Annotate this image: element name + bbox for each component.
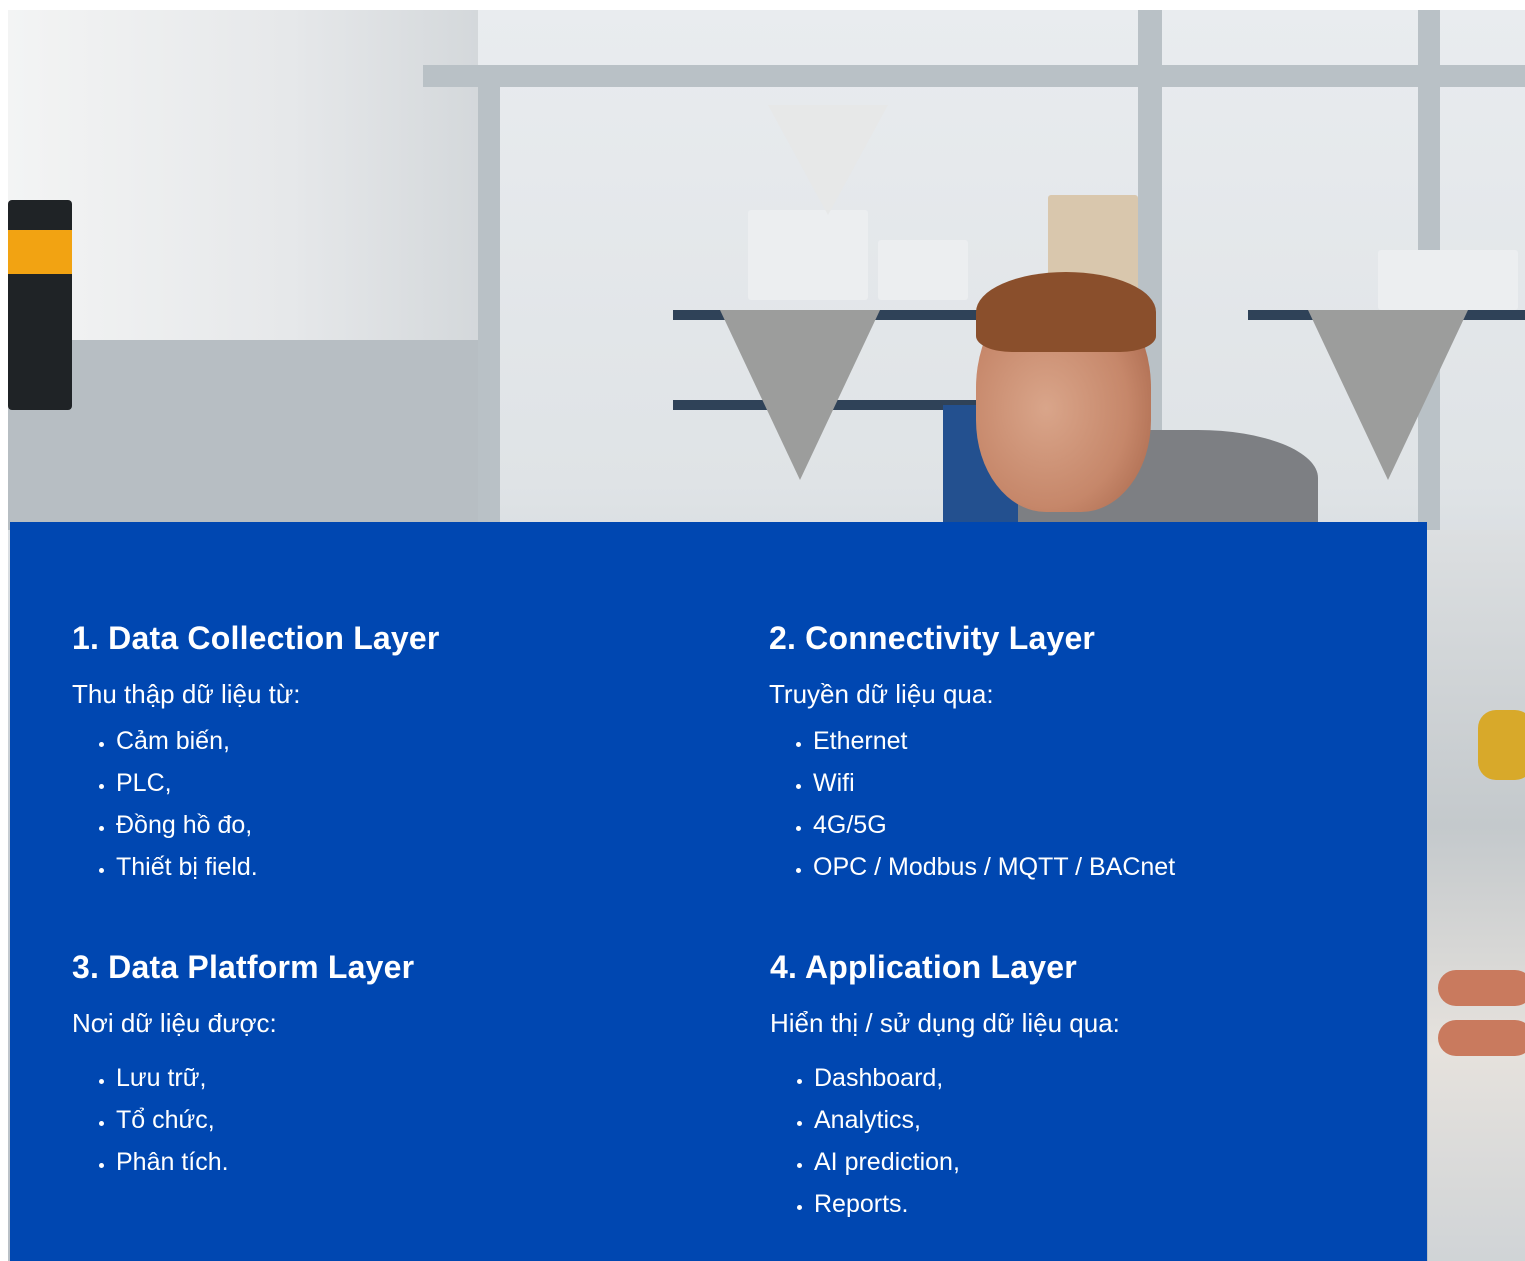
list-item: Analytics, [814, 1099, 1410, 1141]
list-item: Wifi [813, 762, 1409, 804]
list-item: Ethernet [813, 720, 1409, 762]
signal-tower-amber-light [8, 230, 72, 274]
section-title: 2. Connectivity Layer [769, 620, 1096, 656]
orange-pipe [1438, 1020, 1525, 1056]
section-data-platform-layer: 3. Data Platform Layer Nơi dữ liệu được:… [72, 947, 712, 1183]
list-item: Dashboard, [814, 1057, 1410, 1099]
hopper-funnel [720, 310, 880, 480]
section-title: 1. Data Collection Layer [72, 620, 440, 656]
steel-post [478, 70, 500, 530]
list-item: Tổ chức, [116, 1099, 712, 1141]
storage-bucket [748, 210, 868, 300]
list-item: Thiết bị field. [116, 846, 712, 888]
section-list: Ethernet Wifi 4G/5G OPC / Modbus / MQTT … [769, 720, 1409, 888]
section-intro: Thu thập dữ liệu từ: [72, 679, 301, 709]
orange-pipe [1438, 970, 1525, 1006]
list-item: Reports. [814, 1183, 1410, 1225]
section-intro: Hiển thị / sử dụng dữ liệu qua: [770, 1008, 1120, 1038]
storage-bucket [878, 240, 968, 300]
list-item: 4G/5G [813, 804, 1409, 846]
section-application-layer: 4. Application Layer Hiển thị / sử dụng … [770, 947, 1410, 1225]
section-connectivity-layer: 2. Connectivity Layer Truyền dữ liệu qua… [769, 618, 1409, 888]
yellow-machine-part [1478, 710, 1525, 780]
section-intro: Nơi dữ liệu được: [72, 1008, 277, 1038]
list-item: Cảm biến, [116, 720, 712, 762]
section-data-collection-layer: 1. Data Collection Layer Thu thập dữ liệ… [72, 618, 712, 888]
section-list: Lưu trữ, Tổ chức, Phân tích. [72, 1057, 712, 1183]
background-machinery [1428, 530, 1525, 1261]
list-item: OPC / Modbus / MQTT / BACnet [813, 846, 1409, 888]
list-item: AI prediction, [814, 1141, 1410, 1183]
section-title: 4. Application Layer [770, 949, 1077, 985]
worker-hair [976, 272, 1156, 352]
section-title: 3. Data Platform Layer [72, 949, 415, 985]
steel-beam [423, 65, 1525, 87]
section-intro: Truyền dữ liệu qua: [769, 679, 994, 709]
list-item: Phân tích. [116, 1141, 712, 1183]
list-item: Đồng hồ đo, [116, 804, 712, 846]
storage-boxes [1378, 250, 1518, 310]
list-item: PLC, [116, 762, 712, 804]
hopper-funnel [1308, 310, 1468, 480]
list-item: Lưu trữ, [116, 1057, 712, 1099]
section-list: Dashboard, Analytics, AI prediction, Rep… [770, 1057, 1410, 1225]
hopper-funnel-upper [768, 105, 888, 215]
section-list: Cảm biến, PLC, Đồng hồ đo, Thiết bị fiel… [72, 720, 712, 888]
background-wall-band [8, 340, 478, 530]
layers-info-panel: 1. Data Collection Layer Thu thập dữ liệ… [10, 522, 1427, 1261]
